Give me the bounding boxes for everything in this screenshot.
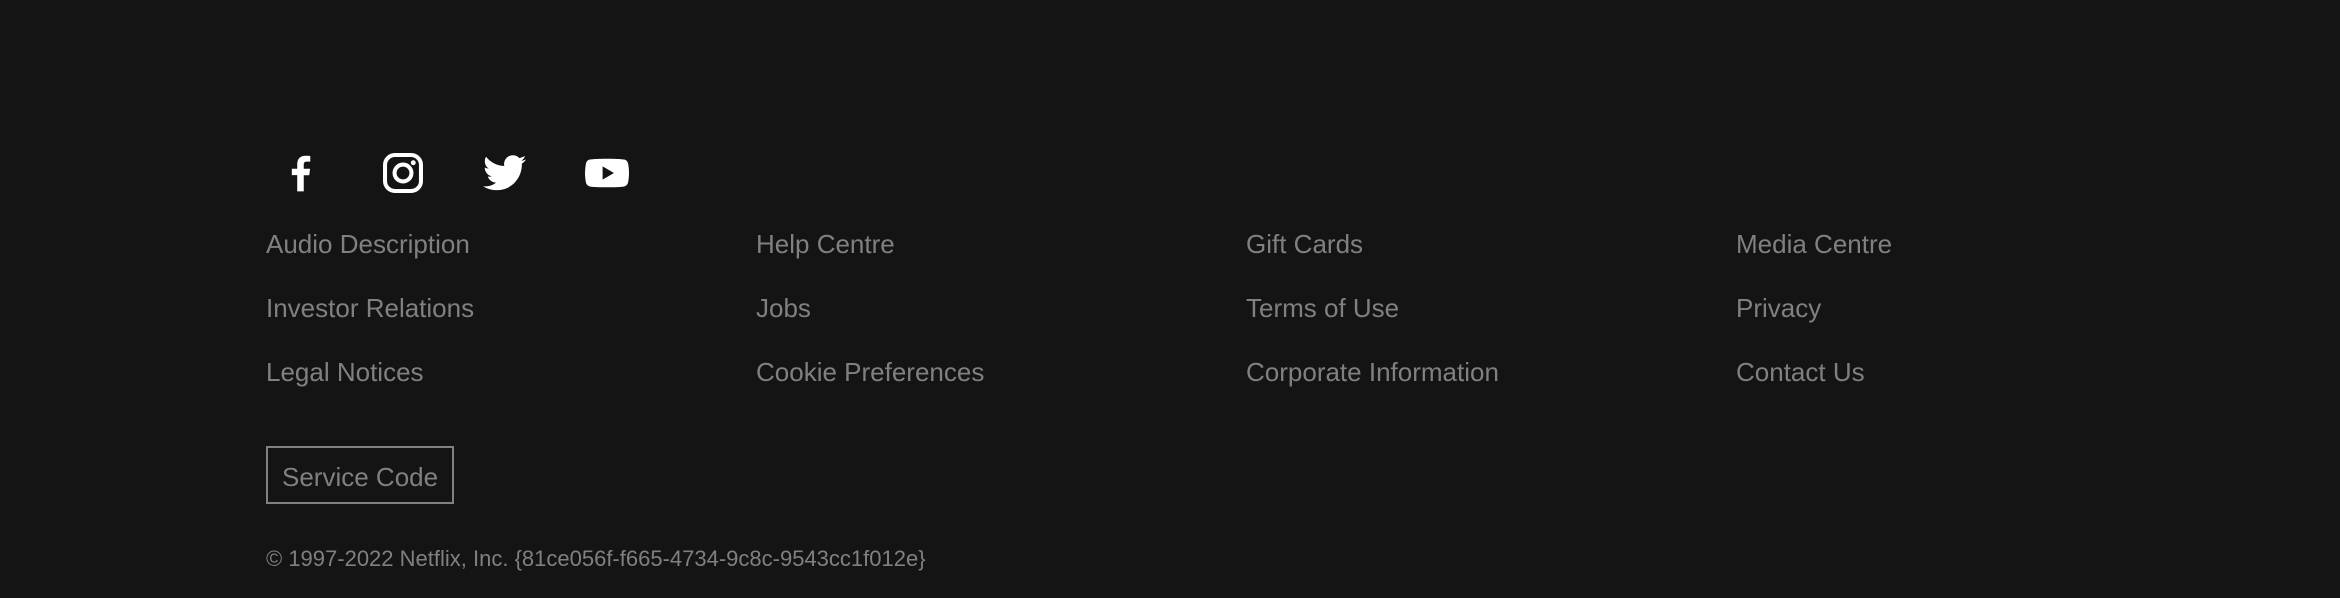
youtube-link[interactable] xyxy=(572,140,642,206)
privacy-link[interactable]: Privacy xyxy=(1736,286,2226,330)
twitter-icon xyxy=(483,155,527,191)
twitter-link[interactable] xyxy=(470,140,540,206)
corporate-information-link[interactable]: Corporate Information xyxy=(1246,350,1736,394)
help-centre-link[interactable]: Help Centre xyxy=(756,222,1246,266)
terms-of-use-link[interactable]: Terms of Use xyxy=(1246,286,1736,330)
service-code-button[interactable]: Service Code xyxy=(266,446,455,504)
legal-notices-link[interactable]: Legal Notices xyxy=(266,350,756,394)
social-links xyxy=(266,140,674,206)
gift-cards-link[interactable]: Gift Cards xyxy=(1246,222,1736,266)
instagram-link[interactable] xyxy=(368,140,438,206)
media-centre-link[interactable]: Media Centre xyxy=(1736,222,2226,266)
jobs-link[interactable]: Jobs xyxy=(756,286,1246,330)
footer: Audio Description Help Centre Gift Cards… xyxy=(266,0,2226,598)
facebook-icon xyxy=(291,155,311,192)
contact-us-link[interactable]: Contact Us xyxy=(1736,350,2226,394)
audio-description-link[interactable]: Audio Description xyxy=(266,222,756,266)
instagram-icon xyxy=(383,153,423,193)
facebook-link[interactable] xyxy=(266,140,336,206)
youtube-icon xyxy=(585,158,629,188)
cookie-preferences-link[interactable]: Cookie Preferences xyxy=(756,350,1246,394)
copyright-text: © 1997-2022 Netflix, Inc. {81ce056f-f665… xyxy=(266,546,926,571)
investor-relations-link[interactable]: Investor Relations xyxy=(266,286,756,330)
footer-links: Audio Description Help Centre Gift Cards… xyxy=(266,222,2226,414)
